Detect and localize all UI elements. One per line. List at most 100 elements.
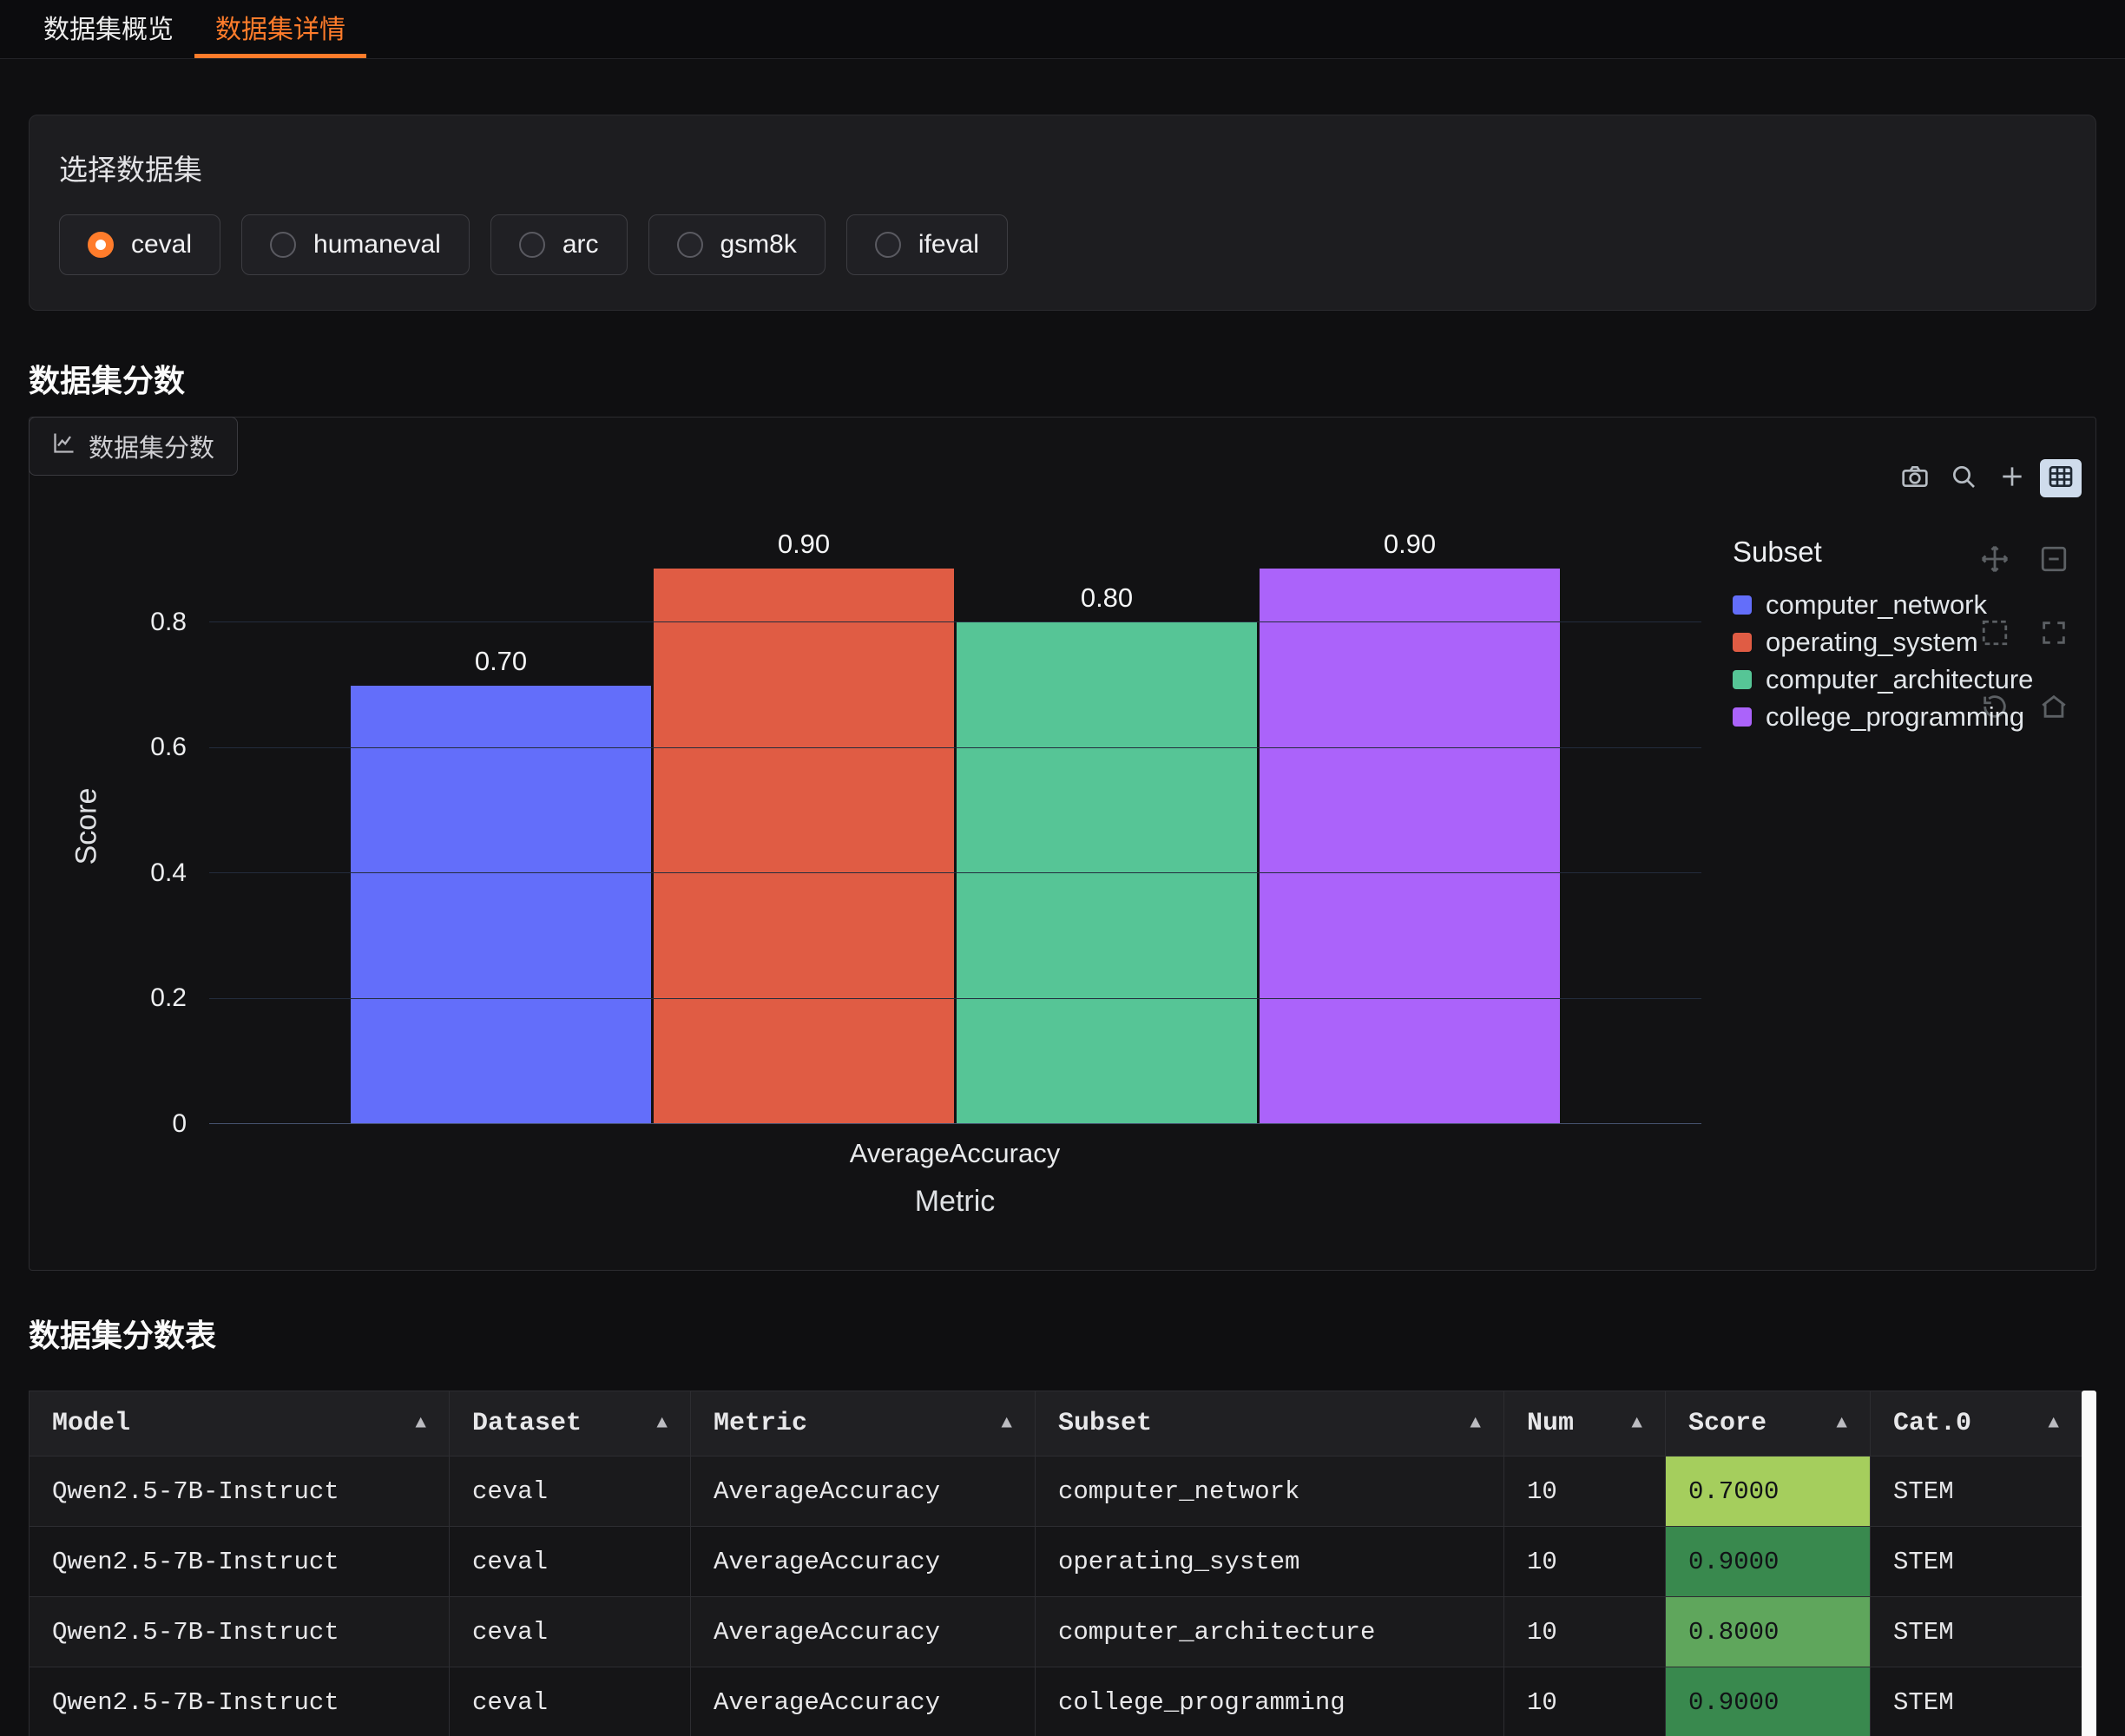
bars-group: 0.700.900.800.90 — [209, 529, 1701, 1124]
autoscale-icon[interactable] — [2039, 618, 2069, 652]
cell-category[interactable]: STEM — [1871, 1457, 2082, 1527]
y-tick-label: 0.2 — [150, 983, 187, 1013]
column-header-metric[interactable]: Metric▲ — [691, 1391, 1036, 1457]
table-section-title: 数据集分数表 — [29, 1311, 2096, 1356]
cell-subset[interactable]: computer_architecture — [1036, 1597, 1504, 1667]
column-header-subset[interactable]: Subset▲ — [1036, 1391, 1504, 1457]
table-row: Qwen2.5-7B-Instruct ceval AverageAccurac… — [30, 1457, 2082, 1527]
pan-button[interactable] — [1991, 459, 2033, 497]
legend-item-operating_system[interactable]: operating_system — [1733, 623, 2033, 661]
legend-label: computer_network — [1766, 589, 1987, 621]
radio-option-humaneval[interactable]: humaneval — [241, 214, 470, 275]
cell-metric[interactable]: AverageAccuracy — [691, 1527, 1036, 1597]
legend-swatch — [1733, 595, 1752, 615]
cell-score[interactable]: 0.8000 — [1666, 1597, 1871, 1667]
radio-option-gsm8k[interactable]: gsm8k — [648, 214, 826, 275]
legend-swatch — [1733, 707, 1752, 727]
bar-computer_network[interactable] — [351, 686, 651, 1124]
gridline: 0.6 — [209, 747, 1701, 748]
column-header-cat0[interactable]: Cat.0▲ — [1871, 1391, 2082, 1457]
cell-metric[interactable]: AverageAccuracy — [691, 1667, 1036, 1736]
sort-icon[interactable]: ▲ — [656, 1414, 668, 1434]
x-axis-title: Metric — [915, 1185, 996, 1219]
tab-dataset-overview[interactable]: 数据集概览 — [23, 0, 194, 58]
bar-college_programming[interactable] — [1260, 569, 1560, 1124]
cell-score[interactable]: 0.9000 — [1666, 1667, 1871, 1736]
dataset-selector-label: 选择数据集 — [59, 147, 2066, 188]
camera-icon — [1901, 463, 1929, 495]
snapshot-button[interactable] — [1894, 459, 1936, 497]
cell-score[interactable]: 0.7000 — [1666, 1457, 1871, 1527]
cell-metric[interactable]: AverageAccuracy — [691, 1457, 1036, 1527]
cell-model[interactable]: Qwen2.5-7B-Instruct — [30, 1527, 450, 1597]
zoom-out-icon[interactable] — [2039, 544, 2069, 578]
x-category-label: AverageAccuracy — [850, 1138, 1060, 1169]
bar-operating_system[interactable] — [654, 569, 954, 1124]
gridline: 0.8 — [209, 621, 1701, 622]
y-tick-label: 0.6 — [150, 733, 187, 762]
grid-icon — [2047, 463, 2075, 495]
sort-icon[interactable]: ▲ — [415, 1414, 426, 1434]
cell-model[interactable]: Qwen2.5-7B-Instruct — [30, 1457, 450, 1527]
cell-dataset[interactable]: ceval — [450, 1457, 691, 1527]
legend-item-computer_network[interactable]: computer_network — [1733, 586, 2033, 623]
legend-label: college_programming — [1766, 701, 2024, 733]
vertical-scrollbar[interactable] — [2082, 1391, 2096, 1736]
sort-icon[interactable]: ▲ — [2048, 1414, 2059, 1434]
column-header-num[interactable]: Num▲ — [1504, 1391, 1666, 1457]
radio-icon — [519, 232, 545, 258]
cell-metric[interactable]: AverageAccuracy — [691, 1597, 1036, 1667]
bar-group-operating_system: 0.90 — [654, 529, 954, 1124]
bar-value-label: 0.90 — [1384, 529, 1436, 560]
radio-icon — [677, 232, 703, 258]
radio-label: arc — [562, 230, 599, 260]
y-tick-label: 0.8 — [150, 608, 187, 637]
radio-icon — [875, 232, 901, 258]
cell-dataset[interactable]: ceval — [450, 1527, 691, 1597]
legend-item-computer_architecture[interactable]: computer_architecture — [1733, 661, 2033, 698]
score-table-wrap: Model▲ Dataset▲ Metric▲ Subset▲ Num▲ Sco… — [29, 1391, 2096, 1736]
cell-category[interactable]: STEM — [1871, 1597, 2082, 1667]
radio-option-arc[interactable]: arc — [490, 214, 628, 275]
bar-group-computer_network: 0.70 — [351, 529, 651, 1124]
grid-view-button[interactable] — [2040, 459, 2082, 497]
dataset-selector-panel: 选择数据集 ceval humaneval arc gsm8k ifeval — [29, 115, 2096, 311]
column-header-dataset[interactable]: Dataset▲ — [450, 1391, 691, 1457]
chart-chip-label: 数据集分数 — [89, 428, 214, 464]
cell-subset[interactable]: operating_system — [1036, 1527, 1504, 1597]
cell-num[interactable]: 10 — [1504, 1457, 1666, 1527]
column-header-model[interactable]: Model▲ — [30, 1391, 450, 1457]
tab-dataset-detail[interactable]: 数据集详情 — [194, 0, 366, 58]
sort-icon[interactable]: ▲ — [1836, 1414, 1847, 1434]
cell-score[interactable]: 0.9000 — [1666, 1527, 1871, 1597]
sort-icon[interactable]: ▲ — [1001, 1414, 1012, 1434]
cell-subset[interactable]: college_programming — [1036, 1667, 1504, 1736]
radio-option-ifeval[interactable]: ifeval — [846, 214, 1008, 275]
legend-title: Subset — [1733, 536, 2033, 569]
zoom-button[interactable] — [1943, 459, 1984, 497]
plot-area[interactable]: 0.700.900.800.90 00.20.40.60.8 — [209, 529, 1701, 1124]
gridline: 0.2 — [209, 998, 1701, 999]
cell-num[interactable]: 10 — [1504, 1597, 1666, 1667]
chart-tab-chip[interactable]: 数据集分数 — [29, 417, 238, 476]
sort-icon[interactable]: ▲ — [1470, 1414, 1481, 1434]
cell-category[interactable]: STEM — [1871, 1527, 2082, 1597]
legend-item-college_programming[interactable]: college_programming — [1733, 698, 2033, 735]
plot-toolbar — [1894, 459, 2082, 497]
legend-label: computer_architecture — [1766, 664, 2033, 695]
legend-label: operating_system — [1766, 627, 1978, 658]
cell-num[interactable]: 10 — [1504, 1667, 1666, 1736]
radio-option-ceval[interactable]: ceval — [59, 214, 220, 275]
legend-swatch — [1733, 633, 1752, 652]
column-header-score[interactable]: Score▲ — [1666, 1391, 1871, 1457]
cell-subset[interactable]: computer_network — [1036, 1457, 1504, 1527]
cell-model[interactable]: Qwen2.5-7B-Instruct — [30, 1597, 450, 1667]
zero-line: 0 — [209, 1123, 1701, 1124]
cell-dataset[interactable]: ceval — [450, 1667, 691, 1736]
sort-icon[interactable]: ▲ — [1631, 1414, 1642, 1434]
cell-model[interactable]: Qwen2.5-7B-Instruct — [30, 1667, 450, 1736]
cell-dataset[interactable]: ceval — [450, 1597, 691, 1667]
cell-num[interactable]: 10 — [1504, 1527, 1666, 1597]
home-icon[interactable] — [2039, 692, 2069, 726]
cell-category[interactable]: STEM — [1871, 1667, 2082, 1736]
